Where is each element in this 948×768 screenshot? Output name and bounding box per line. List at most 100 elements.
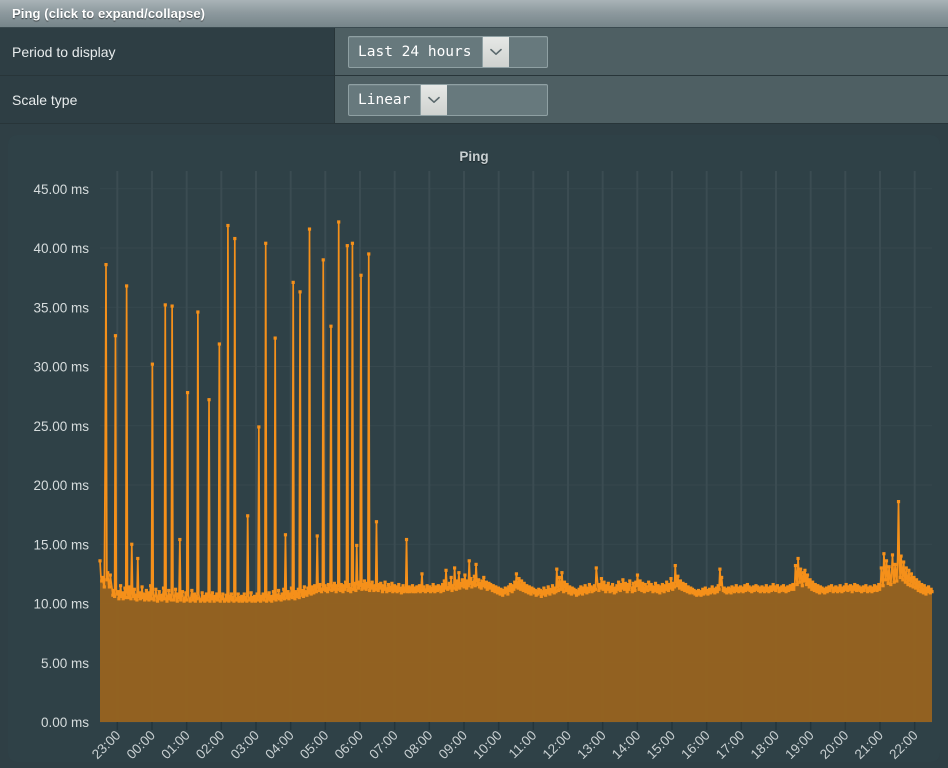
series-point-marker [909, 572, 913, 576]
series-point-marker [168, 593, 173, 597]
series-point-marker [125, 284, 129, 288]
series-point-marker [329, 324, 333, 328]
x-tick-label: 11:00 [506, 728, 540, 762]
series-point-marker [107, 585, 112, 589]
series-point-marker [506, 592, 510, 596]
series-point-marker [560, 571, 564, 575]
series-point-marker [337, 220, 341, 224]
series-point-marker [381, 584, 385, 588]
series-point-marker [163, 303, 167, 307]
series-point-marker [374, 520, 379, 524]
series-point-marker [594, 566, 598, 570]
series-point-marker [663, 584, 667, 588]
series-point-marker [367, 252, 371, 256]
x-tick-label: 10:00 [470, 728, 505, 762]
series-point-marker [146, 591, 150, 595]
series-point-marker [170, 304, 174, 308]
series-point-marker [217, 342, 221, 346]
series-point-marker [474, 562, 478, 566]
x-tick-label: 05:00 [297, 728, 332, 762]
series-point-marker [615, 584, 619, 588]
series-point-marker [370, 580, 374, 584]
series-point-marker [902, 560, 906, 564]
series-point-marker [482, 575, 486, 580]
y-tick-label: 40.00 ms [33, 241, 89, 256]
form-row-period: Period to display Last 24 hours [0, 28, 948, 76]
x-tick-label: 01:00 [158, 728, 193, 762]
period-select-value: Last 24 hours [358, 43, 472, 60]
series-point-marker [619, 582, 623, 587]
y-tick-label: 5.00 ms [41, 656, 89, 671]
series-point-marker [799, 567, 803, 571]
series-point-marker [127, 585, 131, 589]
series-point-marker [440, 582, 445, 587]
series-point-marker [307, 227, 312, 231]
chevron-down-icon[interactable] [481, 36, 509, 67]
y-tick-label: 25.00 ms [33, 419, 89, 434]
panel-header[interactable]: Ping (click to expand/collapse) [0, 0, 948, 28]
series-point-marker [161, 586, 166, 590]
series-point-marker [884, 578, 888, 582]
period-label-cell: Period to display [0, 28, 335, 75]
series-point-marker [598, 582, 602, 587]
series-point-marker [881, 584, 885, 588]
series-point-marker [306, 586, 310, 590]
y-tick-label: 10.00 ms [33, 597, 89, 612]
series-point-marker [800, 584, 804, 588]
series-point-marker [335, 584, 339, 588]
series-point-marker [514, 572, 519, 576]
series-point-marker [805, 573, 810, 577]
chevron-down-icon[interactable] [420, 84, 448, 115]
series-point-marker [178, 537, 182, 542]
series-point-marker [176, 592, 180, 596]
series-point-marker [628, 579, 632, 583]
series-point-marker [135, 598, 139, 602]
series-point-marker [315, 534, 319, 538]
period-control-cell: Last 24 hours [335, 28, 948, 75]
series-point-marker [449, 575, 453, 580]
series-point-marker [345, 244, 349, 248]
series-point-marker [269, 594, 273, 598]
series-point-marker [890, 553, 895, 557]
series-point-marker [803, 568, 807, 572]
series-point-marker [236, 592, 240, 596]
series-point-marker [102, 585, 106, 589]
ping-chart-panel[interactable]: Ping 23:00 00:00 01:00 02:00 03:00 04:00 05:00… [8, 135, 940, 762]
series-point-marker [453, 566, 457, 570]
series-point-marker [669, 577, 673, 581]
series-point-marker [132, 587, 136, 591]
series-point-marker [899, 554, 903, 558]
series-point-marker [100, 575, 105, 580]
series-point-marker [878, 587, 882, 591]
series-point-marker [635, 573, 640, 577]
series-point-marker [120, 591, 124, 595]
series-point-marker [350, 241, 355, 245]
series-point-marker [130, 542, 134, 546]
series-point-marker [720, 575, 724, 580]
series-point-marker [667, 582, 671, 587]
series-point-marker [621, 578, 625, 582]
x-tick-label: 15:00 [644, 728, 679, 762]
y-tick-label: 45.00 ms [33, 182, 89, 197]
series-point-marker [343, 580, 348, 584]
series-point-marker [215, 592, 219, 596]
series-point-marker [140, 585, 144, 589]
scale-select[interactable]: Linear [348, 83, 548, 116]
series-point-marker [318, 582, 322, 587]
series-point-marker [112, 588, 116, 593]
series-point-marker [477, 578, 481, 582]
series-point-marker [173, 587, 178, 591]
ping-chart[interactable]: 23:00 00:00 01:00 02:00 03:00 04:00 05:00 06:00… [8, 135, 940, 762]
series-point-marker [373, 584, 377, 588]
x-tick-label: 06:00 [332, 728, 367, 762]
series-point-marker [792, 587, 796, 591]
period-select[interactable]: Last 24 hours [348, 35, 548, 68]
series-point-marker [302, 585, 306, 589]
series-point-marker [791, 582, 795, 587]
y-tick-label: 0.00 ms [41, 715, 89, 730]
series-point-marker [242, 592, 246, 596]
series-point-marker [893, 562, 897, 566]
series-point-marker [887, 565, 891, 569]
series-point-marker [105, 578, 109, 582]
x-tick-label: 09:00 [436, 728, 471, 762]
